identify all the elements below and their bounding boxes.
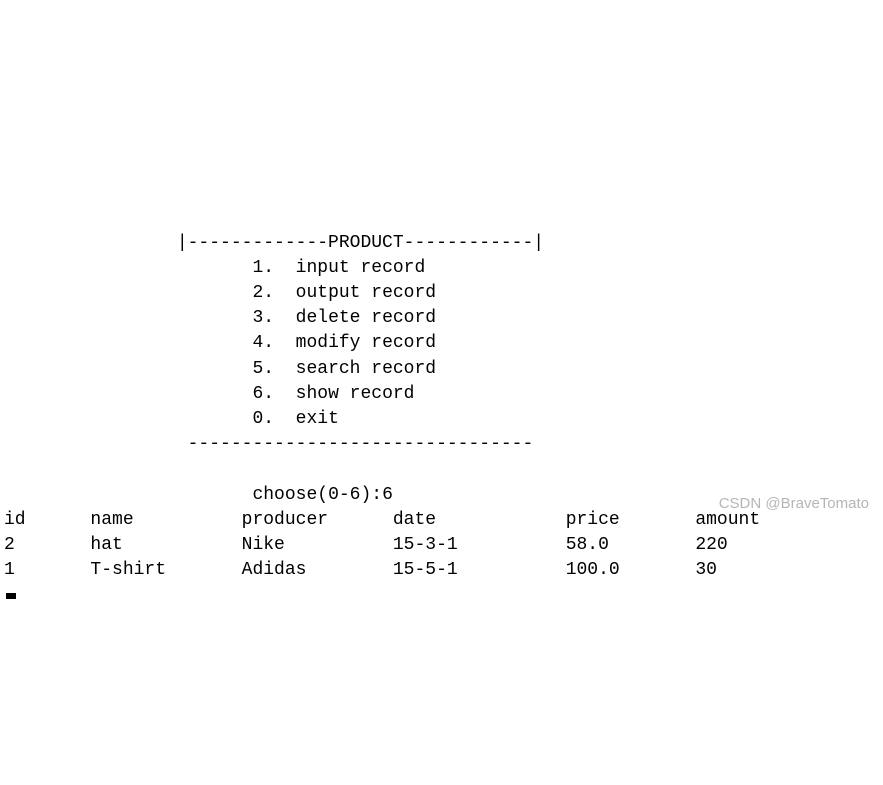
terminal-output: |-------------PRODUCT------------| 1. in… xyxy=(4,105,879,609)
cursor xyxy=(6,593,16,599)
table-row: 1 T-shirt Adidas 15-5-1 100.0 30 xyxy=(4,560,717,580)
menu-item-4: 4. modify record xyxy=(4,333,436,353)
menu-item-6: 6. show record xyxy=(4,384,414,404)
menu-bottom-border: -------------------------------- xyxy=(4,434,533,454)
menu-item-1: 1. input record xyxy=(4,258,425,278)
choose-prompt[interactable]: choose(0-6):6 xyxy=(4,485,393,505)
menu-item-5: 5. search record xyxy=(4,359,436,379)
menu-top-border: |-------------PRODUCT------------| xyxy=(4,233,544,253)
table-row: 2 hat Nike 15-3-1 58.0 220 xyxy=(4,535,728,555)
menu-item-0: 0. exit xyxy=(4,409,339,429)
menu-item-2: 2. output record xyxy=(4,283,436,303)
choose-input[interactable]: 6 xyxy=(382,485,393,505)
table-header: id name producer date price amount xyxy=(4,510,760,530)
watermark: CSDN @BraveTomato xyxy=(719,493,869,514)
menu-item-3: 3. delete record xyxy=(4,308,436,328)
